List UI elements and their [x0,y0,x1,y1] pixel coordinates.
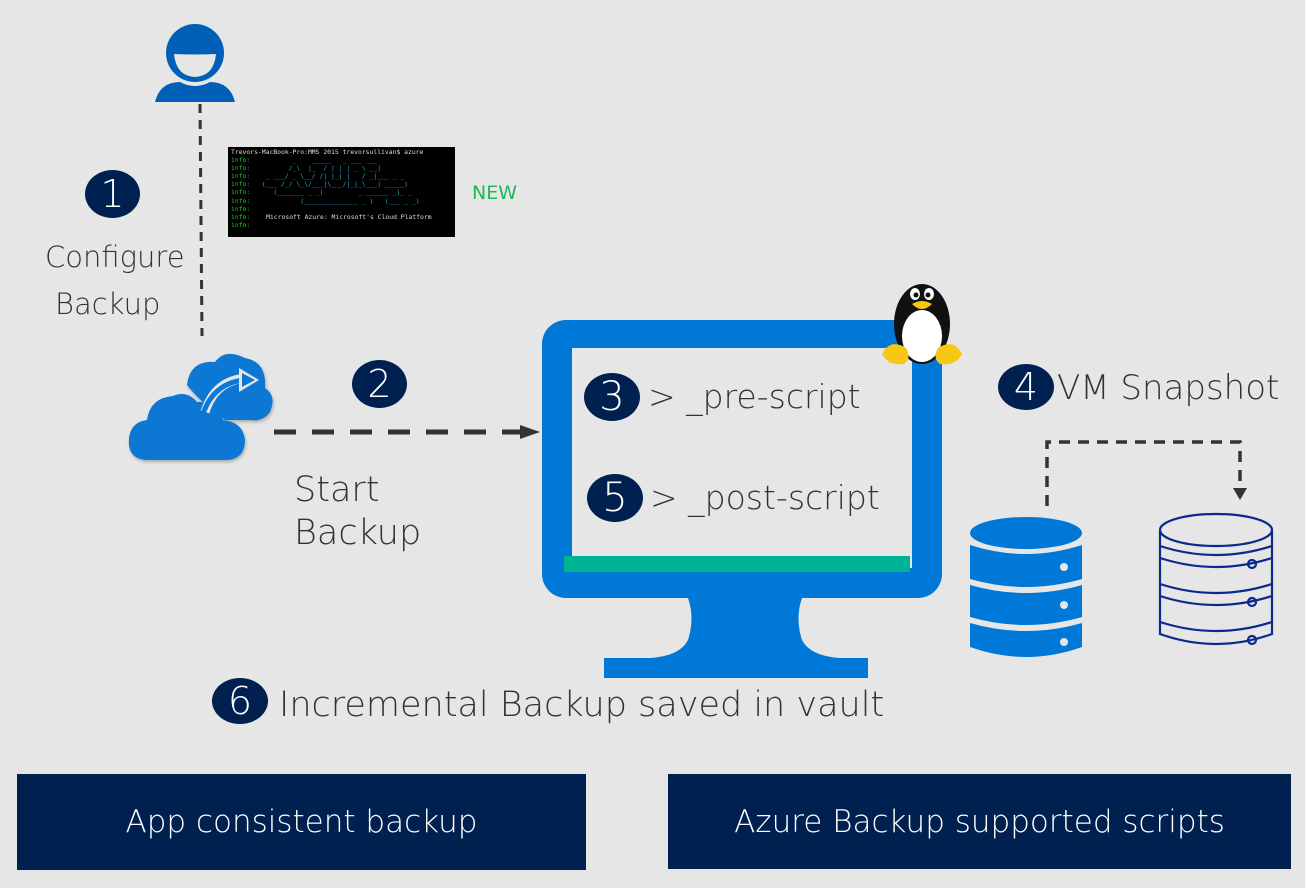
step-1-badge: 1 [85,170,140,218]
terminal-line: info: (___ /_/ \_\/___|\___/|_|_\___| __… [231,180,408,189]
database-filled-icon [970,517,1082,657]
terminal-line: info: [231,204,251,213]
diagram-canvas: 1 Configure Backup Trevors-MacBook-Pro:M… [0,0,1305,888]
step-2-badge: 2 [352,360,407,408]
terminal-prefix: info: [231,220,251,229]
azure-cli-terminal: Trevors-MacBook-Pro:MMS 2015 trevorsulli… [228,147,455,237]
terminal-line: info: (_______ _ _) _ ______ _)_ _ [231,188,412,197]
step-4-label: VM Snapshot [1057,368,1280,408]
user-icon [155,24,235,102]
azure-backup-supported-scripts-label: Azure Backup supported scripts [734,803,1225,840]
step-2-number: 2 [367,362,392,406]
step-6-badge: 6 [212,678,268,724]
database-outline-icon [1158,512,1274,646]
configure-connector-line [198,103,204,337]
step-3-badge: 3 [584,373,640,421]
start-backup-arrow [274,425,540,439]
step-2-label-line2: Backup [294,513,422,553]
step-1-label-line2: Backup [55,287,161,321]
cloud-backup-icon [128,353,273,460]
new-tag: NEW [472,182,518,204]
step-1-number: 1 [100,172,125,216]
step-6-label: Incremental Backup saved in vault [279,685,885,725]
terminal-line: info: _ _____ _ ___ ___ [231,156,378,165]
app-consistent-backup-button[interactable]: App consistent backup [17,774,586,870]
pre-script-label: > _pre-script [648,377,861,416]
step-4-number: 4 [1013,365,1039,409]
step-3-number: 3 [599,374,625,420]
post-script-label: > _post-script [650,478,880,517]
terminal-footer: Microsoft Azure: Microsoft's Cloud Platf… [266,212,432,221]
progress-bar [564,556,910,572]
app-consistent-backup-label: App consistent backup [125,804,478,840]
terminal-prompt: Trevors-MacBook-Pro:MMS 2015 trevorsulli… [231,148,424,156]
terminal-line: info: /_\ |_ / | | | _ \ __| [231,164,382,173]
snapshot-connector-arrow [1045,440,1247,506]
step-5-badge: 5 [587,474,643,522]
step-6-number: 6 [227,679,253,723]
terminal-prefix: info: [231,212,251,221]
step-5-number: 5 [602,475,628,521]
terminal-line: info: _ ___/ _ \__/ /| |_| | / _|___ _ _ [231,172,405,181]
step-1-label-line1: Configure [45,240,185,274]
terminal-line: info: (______________ _ ) (___ _ _) [231,196,420,205]
step-4-badge: 4 [998,364,1054,410]
tux-penguin-icon [882,284,962,365]
azure-backup-supported-scripts-button[interactable]: Azure Backup supported scripts [668,774,1291,869]
step-2-label-line1: Start [294,470,380,510]
